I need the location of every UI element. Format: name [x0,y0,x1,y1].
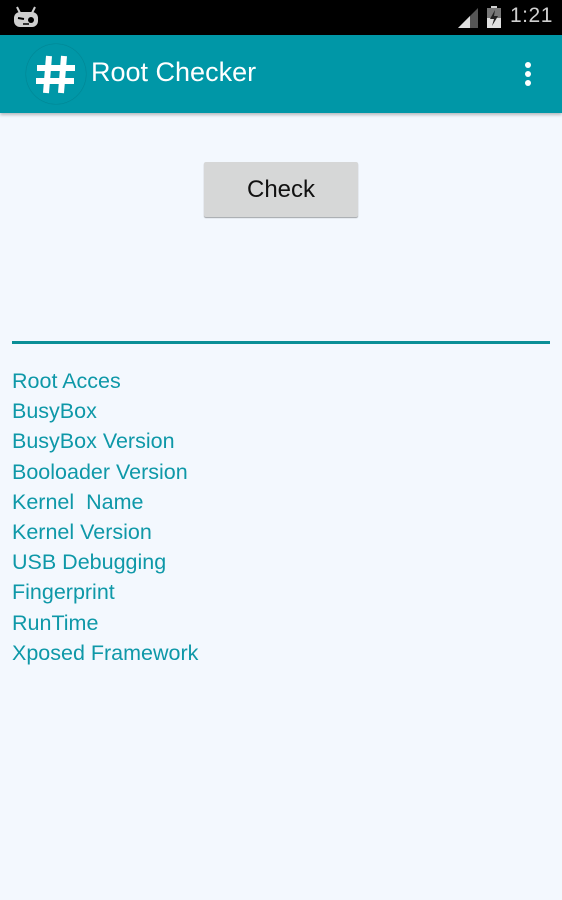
signal-icon [458,8,478,28]
app-bar: Root Checker [0,35,562,113]
hash-icon [36,55,75,94]
info-item-usb-debugging: USB Debugging [12,550,167,575]
info-item-runtime: RunTime [12,610,99,635]
info-item-kernel-name: Kernel Name [12,489,144,514]
status-bar: 1:21 [0,0,562,35]
app-title: Root Checker [91,57,257,87]
info-item-busybox-version: BusyBox Version [12,429,175,454]
check-button[interactable]: Check [204,162,358,217]
cyanogenmod-mascot-icon [14,6,38,27]
info-item-bootloader-version: Booloader Version [12,459,188,484]
info-item-busybox: BusyBox [12,399,97,424]
info-list: Root Acces BusyBox BusyBox Version Boolo… [12,366,198,668]
overflow-menu-icon[interactable] [515,59,541,91]
divider [12,341,550,344]
info-item-kernel-version: Kernel Version [12,519,152,544]
info-item-root-access: Root Acces [12,369,121,393]
info-item-xposed-framework: Xposed Framework [12,640,199,665]
app-logo [26,44,86,104]
status-clock: 1:21 [510,4,553,27]
info-item-fingerprint: Fingerprint [12,580,115,605]
battery-charging-icon [487,6,501,28]
